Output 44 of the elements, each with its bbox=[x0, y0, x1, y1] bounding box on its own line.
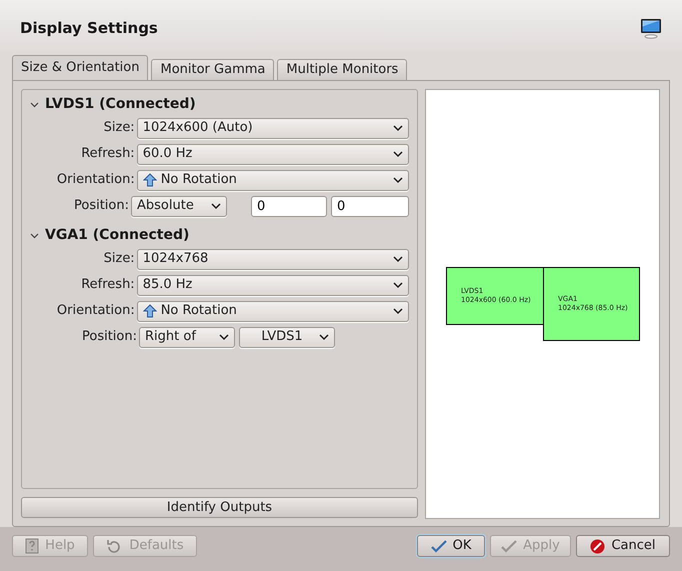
field-label: Position: bbox=[81, 328, 138, 346]
field-label: Refresh: bbox=[80, 145, 136, 164]
cancel-icon bbox=[590, 538, 606, 554]
chevron-icon bbox=[219, 334, 229, 340]
chevron-icon bbox=[393, 150, 403, 158]
identify-outputs-button[interactable]: Identify Outputs bbox=[21, 497, 418, 518]
dropdown[interactable]: Right of bbox=[139, 326, 235, 348]
tab[interactable]: Size & Orientation bbox=[12, 55, 148, 80]
x-field[interactable]: 0 bbox=[251, 196, 327, 216]
chevron-icon bbox=[393, 308, 403, 314]
dropdown[interactable]: 85.0 Hz bbox=[136, 274, 409, 296]
chevron-icon bbox=[211, 202, 221, 210]
field-label: Orientation: bbox=[56, 302, 136, 320]
dropdown[interactable]: 1024x768 bbox=[136, 248, 409, 270]
help-icon bbox=[25, 538, 40, 554]
ok-button[interactable]: OK bbox=[417, 535, 485, 557]
chevron-icon bbox=[319, 334, 329, 340]
chevron-icon bbox=[393, 256, 403, 262]
output-heading: LVDS1 (Connected) bbox=[45, 94, 196, 114]
dropdown[interactable]: Absolute bbox=[131, 196, 227, 216]
tab[interactable]: Monitor Gamma bbox=[151, 59, 274, 80]
chevron-icon bbox=[393, 282, 403, 288]
chevron-icon bbox=[393, 176, 403, 184]
field-label: Position: bbox=[73, 197, 130, 216]
checkmark-icon bbox=[430, 540, 447, 552]
field-label: Orientation: bbox=[56, 171, 136, 190]
checkmark-icon bbox=[501, 540, 518, 552]
up-arrow-icon bbox=[142, 304, 157, 318]
dropdown[interactable]: No Rotation bbox=[136, 300, 409, 322]
chevron-icon bbox=[393, 124, 403, 132]
window-title: Display Settings bbox=[20, 18, 158, 39]
y-field[interactable]: 0 bbox=[331, 196, 409, 216]
monitor-icon bbox=[640, 16, 662, 38]
dropdown[interactable]: 60.0 Hz bbox=[136, 144, 409, 164]
cancel-button[interactable]: Cancel bbox=[576, 535, 670, 557]
tab[interactable]: Multiple Monitors bbox=[277, 59, 408, 80]
dropdown[interactable]: No Rotation bbox=[136, 170, 409, 190]
field-label: Refresh: bbox=[80, 276, 136, 294]
up-arrow-icon bbox=[142, 173, 157, 187]
field-label: Size: bbox=[102, 119, 136, 138]
output-heading: VGA1 (Connected) bbox=[45, 226, 190, 244]
dropdown[interactable]: 1024x600 (Auto) bbox=[136, 118, 409, 138]
dropdown[interactable]: LVDS1 bbox=[239, 326, 335, 348]
field-label: Size: bbox=[102, 250, 136, 268]
